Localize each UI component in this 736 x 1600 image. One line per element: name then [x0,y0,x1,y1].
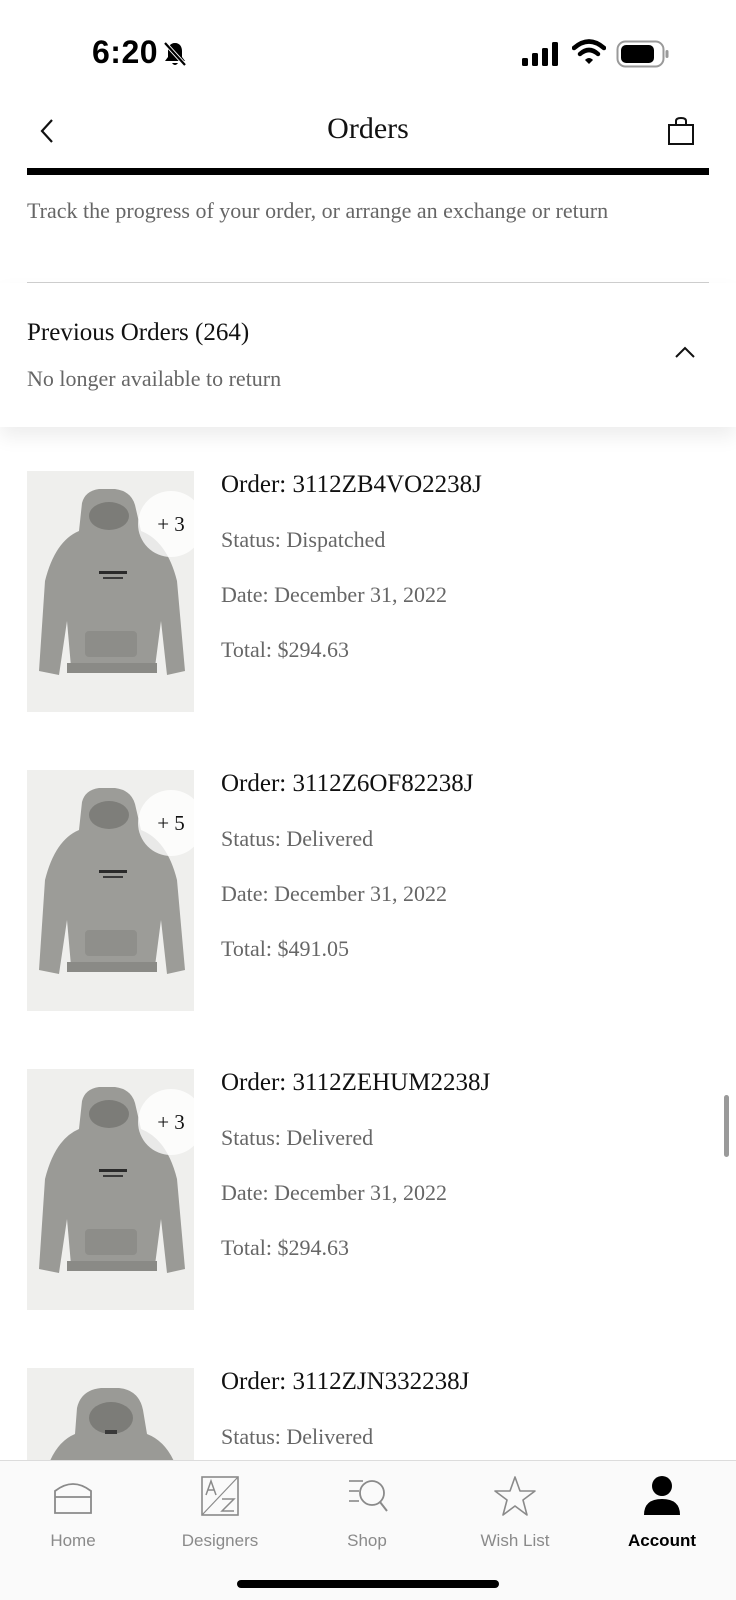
order-date: Date: December 31, 2022 [221,1180,448,1205]
cellular-signal-icon [522,42,558,66]
order-total: Total: $294.63 [221,1235,350,1260]
hoodie-image [50,1388,174,1460]
order-list-item[interactable]: + 5 Order: 3112Z6OF82238J Status: Delive… [0,770,736,1030]
status-bar: 6:20 [0,0,736,100]
tab-shop-label: Shop [347,1531,387,1550]
order-status: Status: Delivered [221,1125,374,1150]
previous-orders-title: Previous Orders (264) [27,319,250,346]
tab-home[interactable]: Home [13,1461,133,1561]
order-number: Order: 3112ZEHUM2238J [221,1069,491,1096]
order-date: Date: December 31, 2022 [221,582,448,607]
tab-bar: Home Designers Shop Wish List Account [0,1460,736,1600]
tab-designers-label: Designers [181,1531,259,1550]
order-total: Total: $294.63 [221,637,350,662]
chevron-up-icon [675,346,695,358]
order-number: Order: 3112ZB4VO2238J [221,471,482,498]
account-icon [644,1476,680,1515]
shopping-bag-icon [668,116,694,145]
previous-orders-subtitle: No longer available to return [27,366,282,391]
order-list-item[interactable]: Order: 3112ZJN332238J Status: Delivered [0,1368,736,1460]
tab-account[interactable]: Account [602,1461,722,1561]
intro-text: Track the progress of your order, or arr… [27,198,609,223]
home-indicator [237,1580,499,1588]
tab-account-label: Account [628,1531,696,1550]
battery-icon [616,40,669,68]
page-title: Orders [327,112,409,145]
order-status: Status: Dispatched [221,527,386,552]
previous-orders-toggle[interactable]: Previous Orders (264) No longer availabl… [0,283,736,427]
order-status: Status: Delivered [221,826,374,851]
order-date: Date: December 31, 2022 [221,881,448,906]
tab-wish-list[interactable]: Wish List [455,1461,575,1561]
scroll-indicator[interactable] [724,1095,729,1157]
wifi-icon [572,39,606,64]
order-total: Total: $491.05 [221,936,350,961]
tab-shop[interactable]: Shop [307,1461,427,1561]
order-number: Order: 3112ZJN332238J [221,1368,470,1395]
order-number: Order: 3112Z6OF82238J [221,770,474,797]
tab-home-label: Home [50,1531,96,1550]
product-thumbnail: + 5 [27,770,194,1011]
bell-muted-icon [163,41,187,67]
status-time: 6:20 [92,34,159,70]
tab-designers[interactable]: Designers [160,1461,280,1561]
product-thumbnail [27,1368,194,1460]
tab-wish-list-label: Wish List [480,1531,550,1550]
designers-az-icon [201,1476,239,1516]
order-list-item[interactable]: + 3 Order: 3112ZEHUM2238J Status: Delive… [0,1069,736,1329]
header: Orders [0,100,736,172]
product-thumbnail: + 3 [27,471,194,712]
order-status: Status: Delivered [221,1424,374,1449]
shopping-bag-button[interactable] [666,116,696,146]
header-divider [27,168,709,175]
shop-search-icon [349,1480,388,1512]
order-list-item[interactable]: + 3 Order: 3112ZB4VO2238J Status: Dispat… [0,471,736,731]
home-icon [54,1483,92,1514]
star-icon [494,1476,536,1516]
product-thumbnail: + 3 [27,1069,194,1310]
